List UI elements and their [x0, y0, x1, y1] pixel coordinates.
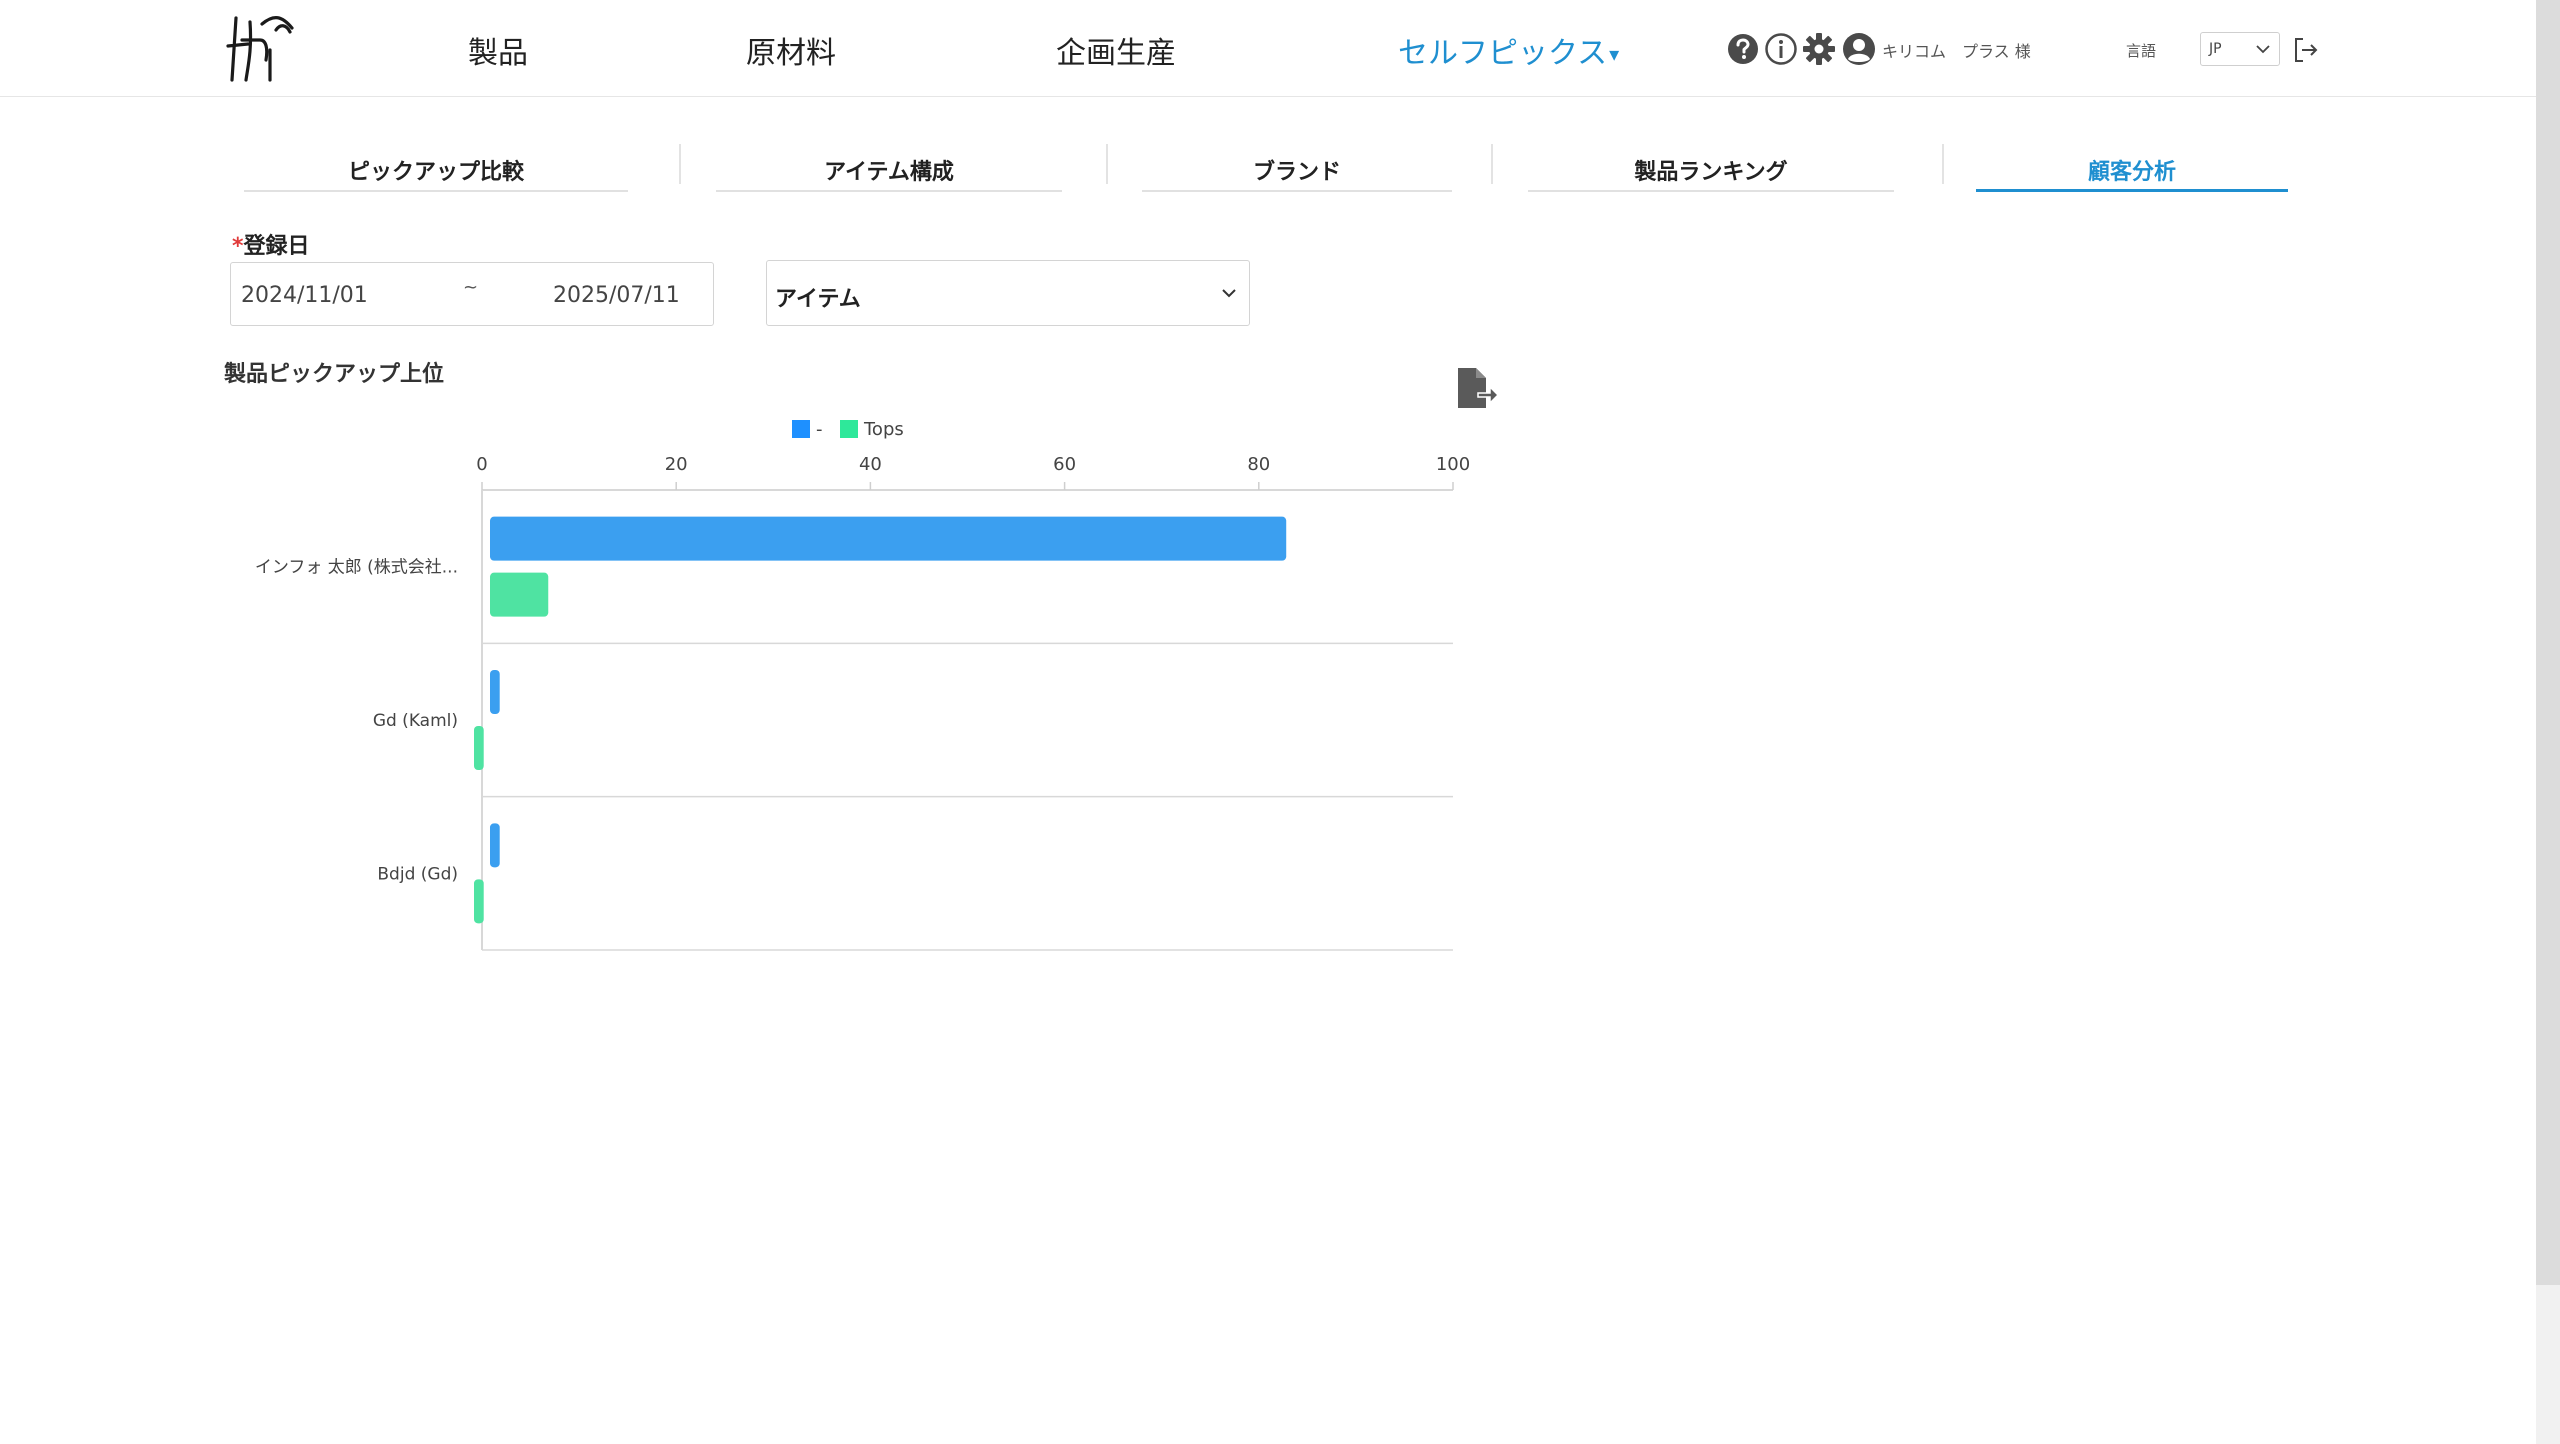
bar-series-2 — [474, 726, 484, 770]
legend-label: Tops — [863, 419, 904, 440]
x-tick-label: 0 — [476, 454, 487, 475]
bar-series-1 — [490, 670, 500, 714]
page-scrollbar-thumb[interactable] — [2536, 0, 2560, 1285]
x-tick-label: 80 — [1247, 454, 1270, 475]
x-tick-label: 60 — [1053, 454, 1076, 475]
bar-series-2 — [474, 879, 484, 924]
bar-series-1 — [490, 823, 500, 868]
y-category-label: Gd (Kaml) — [373, 711, 458, 731]
bar-series-2 — [490, 572, 549, 617]
legend-label: - — [816, 419, 823, 440]
x-tick-label: 40 — [859, 454, 882, 475]
bar-chart: 0 20 40 60 80 100 インフォ 太郎 (株式会社... Gd (Kaml) Bdj… — [255, 419, 1470, 951]
y-category-label: インフォ 太郎 (株式会社... — [255, 558, 458, 578]
legend-swatch — [840, 420, 858, 438]
legend-swatch — [792, 420, 810, 438]
y-category-label: Bdjd (Gd) — [377, 864, 458, 884]
x-tick-label: 20 — [665, 454, 688, 475]
x-tick-label: 100 — [1436, 454, 1470, 475]
bar-series-1 — [490, 516, 1287, 561]
